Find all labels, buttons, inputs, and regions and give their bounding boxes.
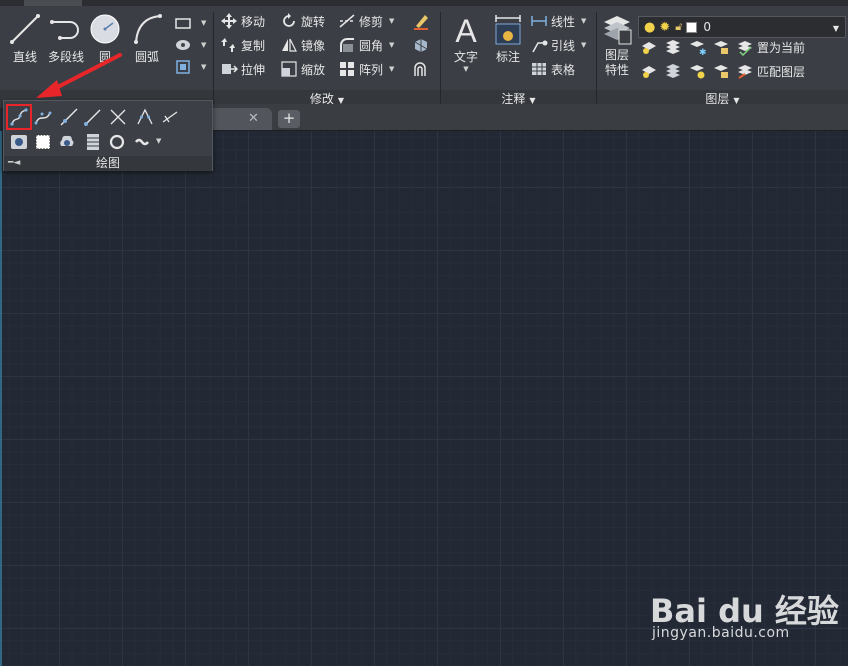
baidu-watermark: Bai du 经验 jingyan.baidu.com — [650, 580, 840, 660]
watermark-url: jingyan.baidu.com — [652, 625, 790, 641]
annotation-arrow — [36, 53, 122, 98]
